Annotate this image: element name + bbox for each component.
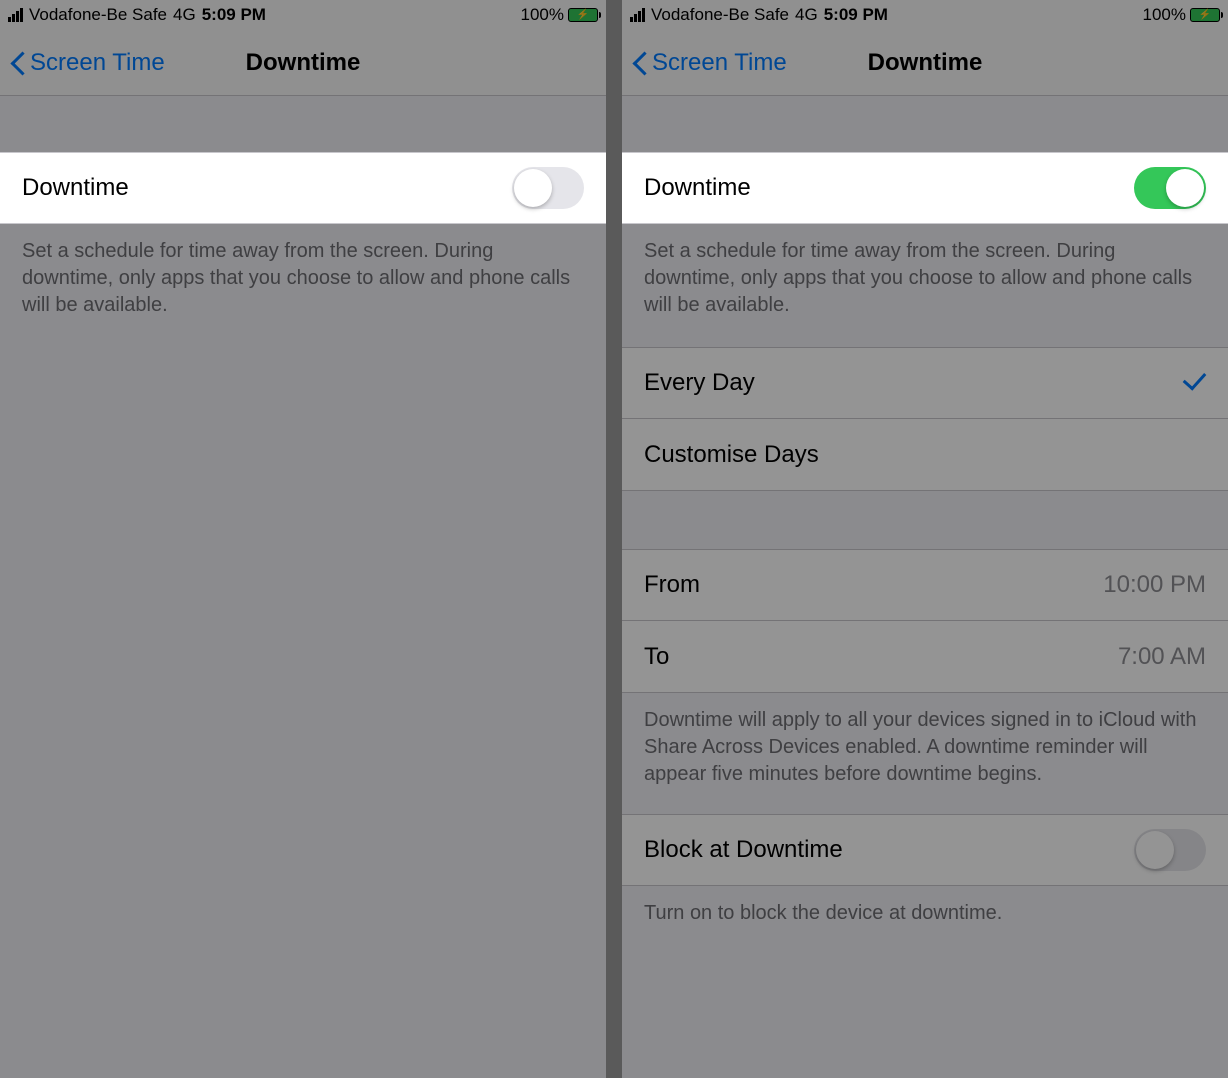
chevron-left-icon bbox=[10, 51, 26, 75]
nav-bar: Screen Time Downtime bbox=[0, 30, 606, 96]
every-day-row[interactable]: Every Day bbox=[622, 347, 1228, 419]
status-bar: Vodafone-Be Safe 4G 5:09 PM 100% ⚡ bbox=[0, 0, 606, 30]
phone-right: Vodafone-Be Safe 4G 5:09 PM 100% ⚡ Scree… bbox=[622, 0, 1228, 1078]
network-label: 4G bbox=[795, 5, 818, 25]
customise-days-row[interactable]: Customise Days bbox=[622, 419, 1228, 491]
downtime-toggle-row[interactable]: Downtime bbox=[622, 152, 1228, 224]
carrier-label: Vodafone-Be Safe bbox=[651, 5, 789, 25]
back-button[interactable]: Screen Time bbox=[0, 49, 165, 77]
downtime-footer: Set a schedule for time away from the sc… bbox=[622, 224, 1228, 327]
block-switch-off[interactable] bbox=[1134, 829, 1206, 871]
checkmark-icon bbox=[1180, 370, 1206, 396]
battery-icon: ⚡ bbox=[568, 8, 598, 22]
content-area: Downtime Set a schedule for time away fr… bbox=[622, 96, 1228, 1078]
nav-title: Downtime bbox=[246, 49, 361, 77]
carrier-label: Vodafone-Be Safe bbox=[29, 5, 167, 25]
status-bar: Vodafone-Be Safe 4G 5:09 PM 100% ⚡ bbox=[622, 0, 1228, 30]
back-button[interactable]: Screen Time bbox=[622, 49, 787, 77]
downtime-switch-off[interactable] bbox=[512, 167, 584, 209]
battery-icon: ⚡ bbox=[1190, 8, 1220, 22]
network-label: 4G bbox=[173, 5, 196, 25]
nav-title: Downtime bbox=[868, 49, 983, 77]
block-label: Block at Downtime bbox=[644, 836, 1134, 864]
phone-left: Vodafone-Be Safe 4G 5:09 PM 100% ⚡ Scree… bbox=[0, 0, 606, 1078]
downtime-toggle-row[interactable]: Downtime bbox=[0, 152, 606, 224]
to-value: 7:00 AM bbox=[1118, 643, 1206, 671]
time-label: 5:09 PM bbox=[824, 5, 888, 25]
from-row[interactable]: From 10:00 PM bbox=[622, 549, 1228, 621]
back-label: Screen Time bbox=[652, 49, 787, 77]
battery-percent: 100% bbox=[1143, 5, 1186, 25]
signal-icon bbox=[630, 8, 645, 22]
downtime-footer: Set a schedule for time away from the sc… bbox=[0, 224, 606, 327]
to-label: To bbox=[644, 643, 1118, 671]
time-label: 5:09 PM bbox=[202, 5, 266, 25]
battery-percent: 100% bbox=[521, 5, 564, 25]
customise-days-label: Customise Days bbox=[644, 441, 1206, 469]
downtime-switch-on[interactable] bbox=[1134, 167, 1206, 209]
signal-icon bbox=[8, 8, 23, 22]
devices-footer: Downtime will apply to all your devices … bbox=[622, 693, 1228, 796]
nav-bar: Screen Time Downtime bbox=[622, 30, 1228, 96]
downtime-toggle-label: Downtime bbox=[644, 174, 1134, 202]
content-area: Downtime Set a schedule for time away fr… bbox=[0, 96, 606, 1078]
back-label: Screen Time bbox=[30, 49, 165, 77]
block-at-downtime-row[interactable]: Block at Downtime bbox=[622, 814, 1228, 886]
chevron-left-icon bbox=[632, 51, 648, 75]
every-day-label: Every Day bbox=[644, 369, 1180, 397]
to-row[interactable]: To 7:00 AM bbox=[622, 621, 1228, 693]
block-footer: Turn on to block the device at downtime. bbox=[622, 886, 1228, 935]
downtime-toggle-label: Downtime bbox=[22, 174, 512, 202]
from-value: 10:00 PM bbox=[1103, 571, 1206, 599]
from-label: From bbox=[644, 571, 1103, 599]
